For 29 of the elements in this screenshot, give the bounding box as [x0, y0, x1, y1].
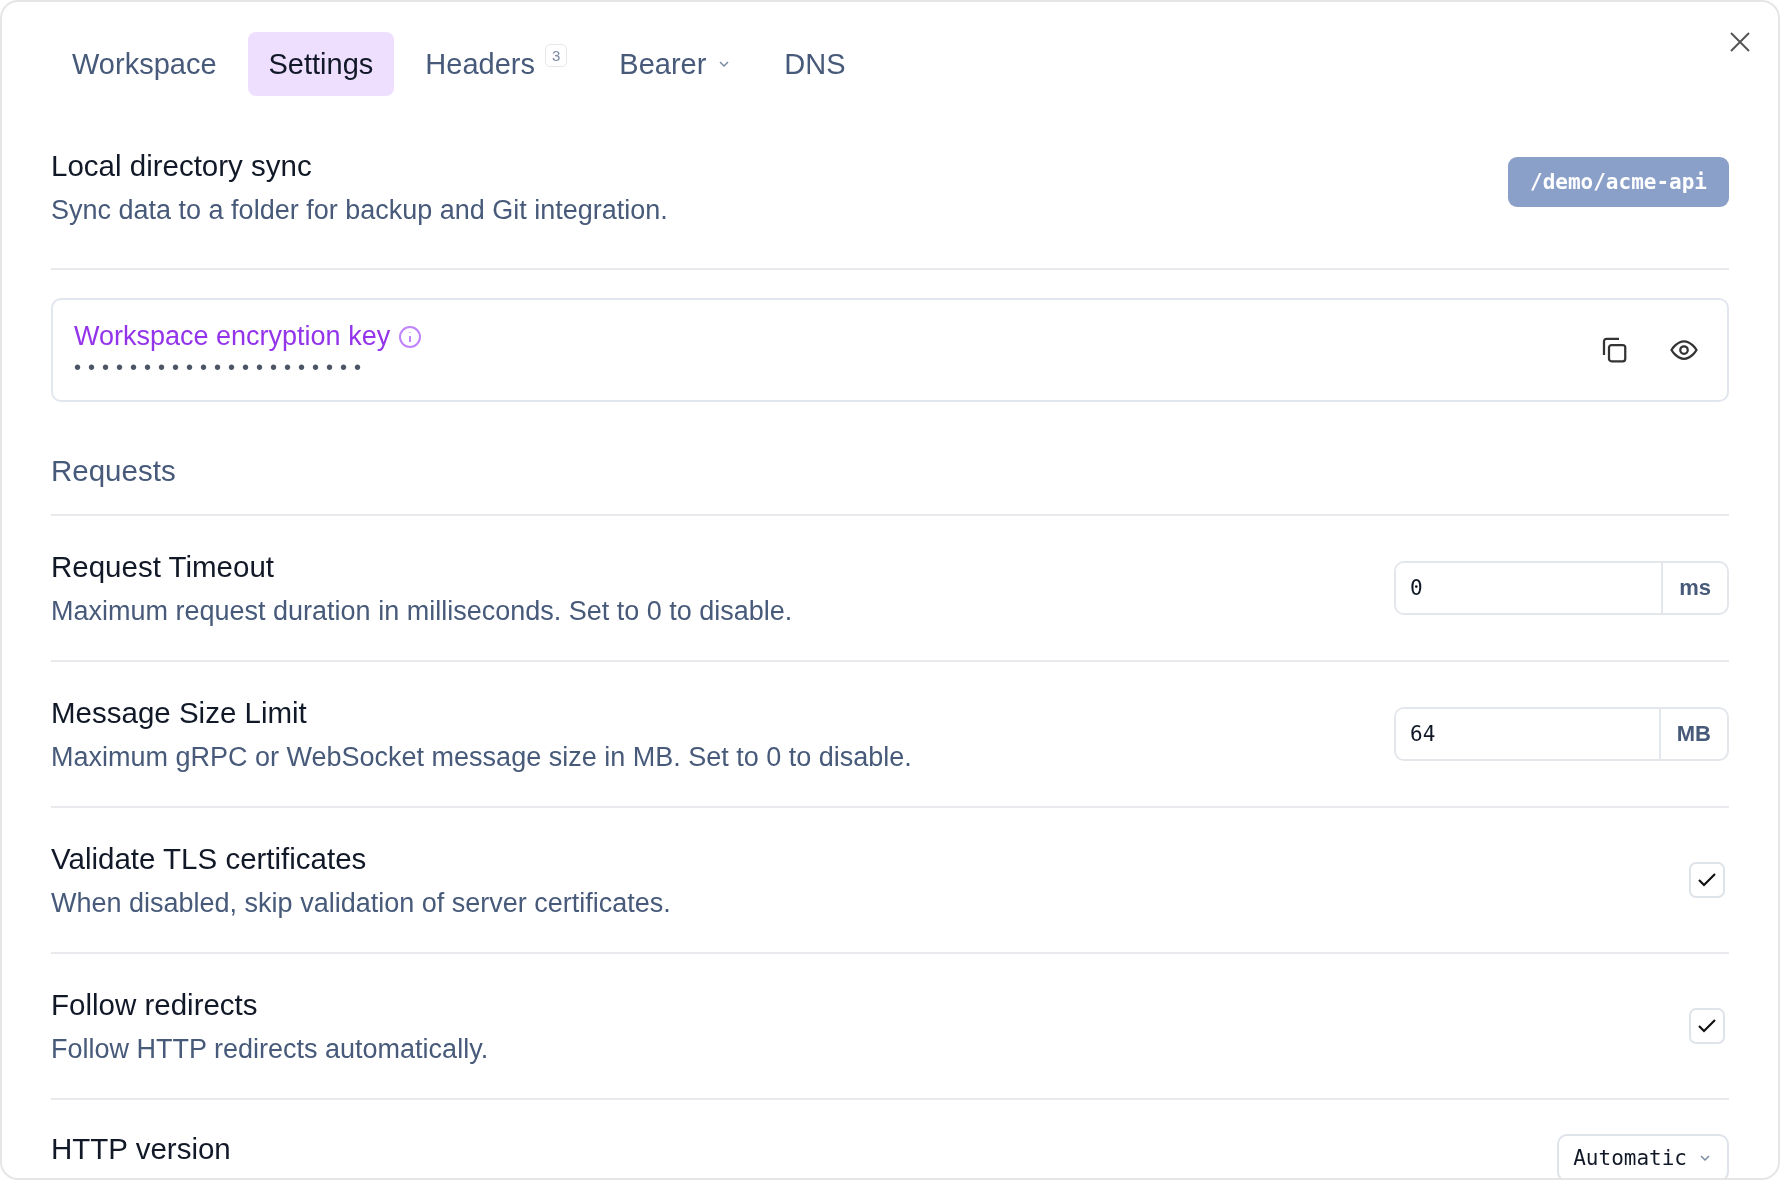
setting-description: Follow HTTP redirects automatically.: [51, 1033, 489, 1065]
section-heading: Requests: [51, 402, 1729, 516]
tab[interactable]: Headers 3: [404, 32, 589, 96]
setting-description: Maximum request duration in milliseconds. Set to 0 to disable.: [51, 595, 793, 627]
setting-title: Follow redirects: [51, 987, 259, 1022]
setting-description: Maximum gRPC or WebSocket message size in MB. Set to 0 to disable.: [51, 741, 912, 773]
field-label: Workspace encryption key: [74, 321, 391, 352]
setting-title: Message Size Limit: [51, 695, 308, 730]
setting-description: Sync data to a folder for backup and Git integration.: [51, 194, 668, 226]
masked-value: •••••••••••••••••••••: [74, 356, 370, 379]
number-field[interactable]: 64 MB: [1394, 707, 1729, 761]
setting-description: When disabled, skip validation of server certificates.: [51, 887, 671, 919]
encryption-key-field[interactable]: Workspace encryption key •••••••••••••••••••••: [51, 298, 1729, 402]
checkbox[interactable]: [1689, 862, 1725, 898]
number-field[interactable]: 0 ms: [1394, 561, 1729, 615]
tab[interactable]: Settings: [247, 32, 395, 96]
count-badge: 3: [544, 43, 568, 67]
setting-title: Request Timeout: [51, 549, 275, 584]
unit-label: ms: [1661, 563, 1727, 613]
info-icon: [398, 324, 423, 349]
setting-title: HTTP version: [51, 1132, 231, 1166]
tab[interactable]: Bearer: [598, 32, 754, 96]
tab[interactable]: Workspace: [51, 32, 238, 96]
setting-title: Local directory sync: [51, 148, 313, 183]
version-dropdown[interactable]: Automatic: [1557, 1134, 1729, 1178]
tab[interactable]: DNS: [763, 32, 867, 96]
setting-title: Validate TLS certificates: [51, 841, 368, 876]
checkbox[interactable]: [1689, 1008, 1725, 1044]
unit-label: MB: [1658, 709, 1727, 759]
